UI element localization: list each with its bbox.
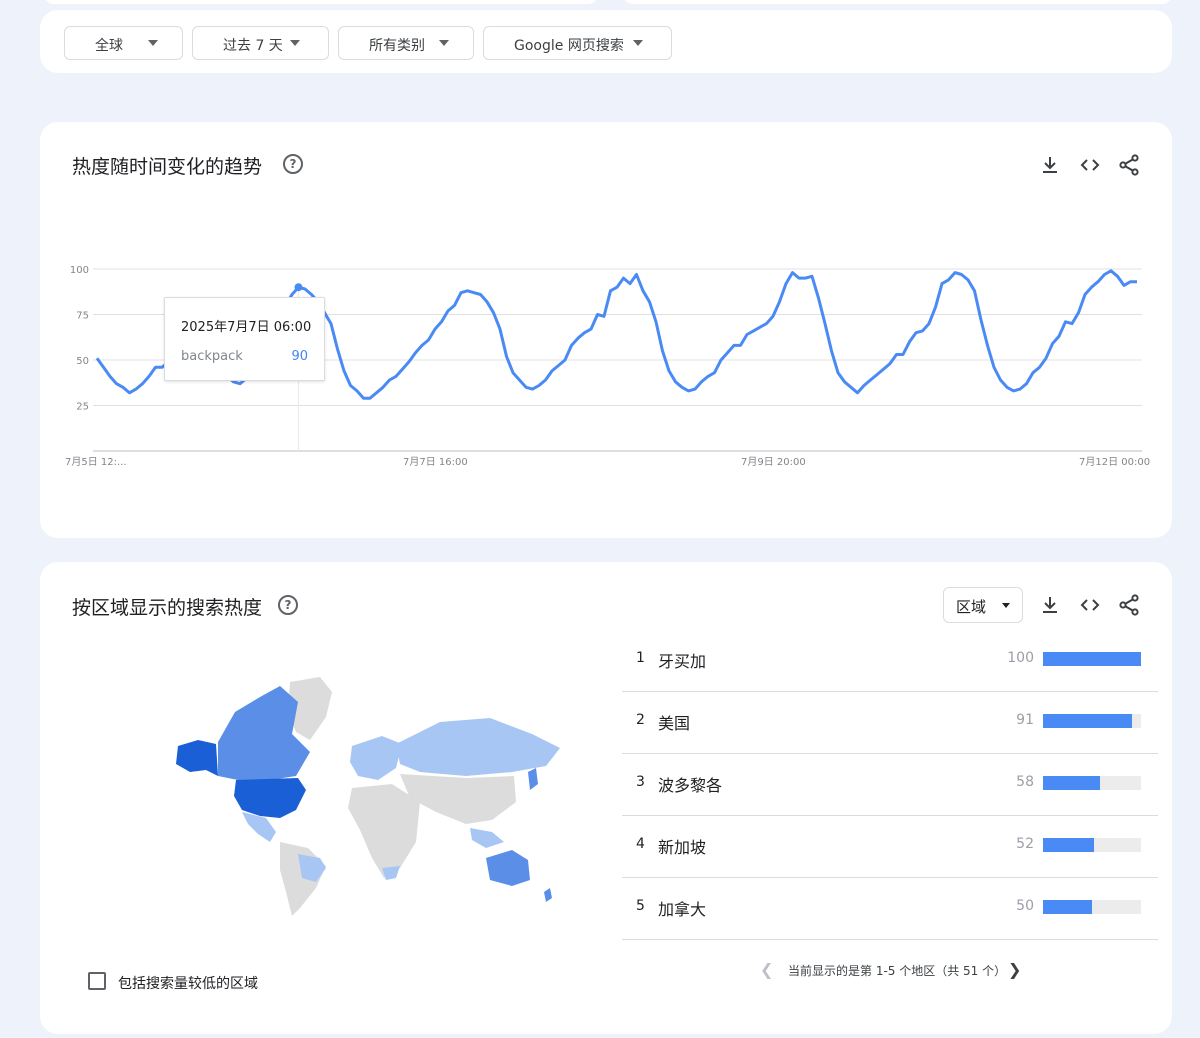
- region-value: 91: [1016, 712, 1034, 728]
- map-usa[interactable]: [234, 778, 306, 818]
- chevron-down-icon: [439, 40, 449, 46]
- search-box-bottom-left: [44, 0, 598, 4]
- map-russia[interactable]: [396, 718, 560, 776]
- y-tick-label: 50: [76, 356, 89, 367]
- region-filter-button[interactable]: 全球: [64, 26, 183, 60]
- hover-dot: [294, 283, 303, 292]
- x-tick-label: 7月7日 16:00: [403, 456, 468, 468]
- value-bar-fill: [1043, 652, 1141, 666]
- list-item[interactable]: 1 牙买加 100: [622, 630, 1158, 692]
- chevron-down-icon: [148, 40, 158, 46]
- value-bar: [1043, 714, 1141, 728]
- region-name: 美国: [658, 714, 691, 733]
- value-bar: [1043, 652, 1141, 666]
- list-item[interactable]: 5 加拿大 50: [622, 878, 1158, 940]
- rank-number: 5: [636, 898, 645, 914]
- tooltip-value: 90: [291, 349, 308, 364]
- x-tick-label: 7月5日 12:...: [65, 456, 127, 468]
- tooltip-date: 2025年7月7日 06:00: [181, 320, 312, 335]
- help-icon[interactable]: ?: [278, 595, 298, 615]
- region-name: 牙买加: [658, 652, 707, 671]
- region-name: 加拿大: [658, 900, 707, 919]
- list-item[interactable]: 3 波多黎各 58: [622, 754, 1158, 816]
- list-item[interactable]: 4 新加坡 52: [622, 816, 1158, 878]
- region-value: 58: [1016, 774, 1034, 790]
- top-strip: [0, 0, 1200, 10]
- region-filter-label: 全球: [95, 38, 123, 54]
- region-value: 52: [1016, 836, 1034, 852]
- download-icon[interactable]: [1038, 593, 1062, 617]
- chart-tooltip: 2025年7月7日 06:00 backpack 90: [164, 297, 325, 381]
- low-volume-checkbox[interactable]: [88, 972, 106, 990]
- map-south-america[interactable]: [280, 842, 326, 916]
- value-bar-fill: [1043, 776, 1100, 790]
- region-card: 按区域显示的搜索热度 ? 区域 1 牙买加 100 2 美国 91 3 波多黎各…: [40, 562, 1172, 1034]
- category-filter-label: 所有类别: [369, 38, 425, 54]
- value-bar: [1043, 838, 1141, 852]
- chevron-left-icon[interactable]: ❮: [760, 960, 773, 979]
- value-bar-fill: [1043, 838, 1094, 852]
- low-volume-checkbox-label: 包括搜索量较低的区域: [118, 976, 258, 992]
- map-south-africa[interactable]: [382, 866, 400, 880]
- list-item[interactable]: 2 美国 91: [622, 692, 1158, 754]
- filters-card: 全球 过去 7 天 所有类别 Google 网页搜索: [40, 10, 1172, 73]
- map-new-zealand[interactable]: [544, 888, 552, 902]
- rank-number: 4: [636, 836, 645, 852]
- rank-number: 2: [636, 712, 645, 728]
- map-africa[interactable]: [348, 784, 420, 878]
- map-japan[interactable]: [528, 768, 538, 790]
- x-tick-label: 7月12日 00:00: [1079, 456, 1150, 468]
- y-tick-label: 75: [76, 311, 89, 322]
- map-brazil[interactable]: [298, 854, 326, 882]
- tooltip-term: backpack: [181, 349, 243, 364]
- y-tick-label: 25: [76, 402, 89, 413]
- region-title: 按区域显示的搜索热度: [72, 597, 263, 619]
- share-icon[interactable]: [1117, 593, 1141, 617]
- map-australia[interactable]: [486, 850, 530, 886]
- map-europe[interactable]: [350, 736, 402, 780]
- rank-number: 3: [636, 774, 645, 790]
- value-bar: [1043, 900, 1141, 914]
- region-value: 50: [1016, 898, 1034, 914]
- value-bar-fill: [1043, 900, 1092, 914]
- time-filter-button[interactable]: 过去 7 天: [192, 26, 329, 60]
- y-tick-label: 100: [70, 265, 89, 276]
- region-name: 新加坡: [658, 838, 707, 857]
- trend-card: 热度随时间变化的趋势 ? 100 75 50 25 7月5日 12:... 7月7日 1…: [40, 122, 1172, 538]
- region-level-dropdown[interactable]: 区域: [943, 587, 1023, 623]
- embed-icon[interactable]: [1078, 593, 1102, 617]
- search-type-filter-button[interactable]: Google 网页搜索: [483, 26, 672, 60]
- rank-number: 1: [636, 650, 645, 666]
- category-filter-button[interactable]: 所有类别: [338, 26, 474, 60]
- chevron-down-icon: [1002, 603, 1010, 608]
- region-name: 波多黎各: [658, 776, 723, 795]
- chevron-down-icon: [633, 40, 643, 46]
- x-tick-label: 7月9日 20:00: [741, 456, 806, 468]
- world-map[interactable]: [120, 672, 570, 922]
- region-level-label: 区域: [956, 598, 987, 616]
- search-type-filter-label: Google 网页搜索: [514, 38, 624, 54]
- map-se-asia[interactable]: [470, 828, 504, 848]
- region-value: 100: [1007, 650, 1034, 666]
- chevron-right-icon[interactable]: ❯: [1008, 960, 1021, 979]
- value-bar-fill: [1043, 714, 1133, 728]
- pagination: ❮ 当前显示的是第 1-5 个地区（共 51 个） ❯: [760, 960, 1060, 982]
- time-filter-label: 过去 7 天: [223, 38, 283, 54]
- pagination-text: 当前显示的是第 1-5 个地区（共 51 个）: [788, 964, 1007, 978]
- search-box-bottom-right: [623, 0, 1172, 4]
- chevron-down-icon: [290, 40, 300, 46]
- map-alaska[interactable]: [176, 740, 218, 776]
- value-bar: [1043, 776, 1141, 790]
